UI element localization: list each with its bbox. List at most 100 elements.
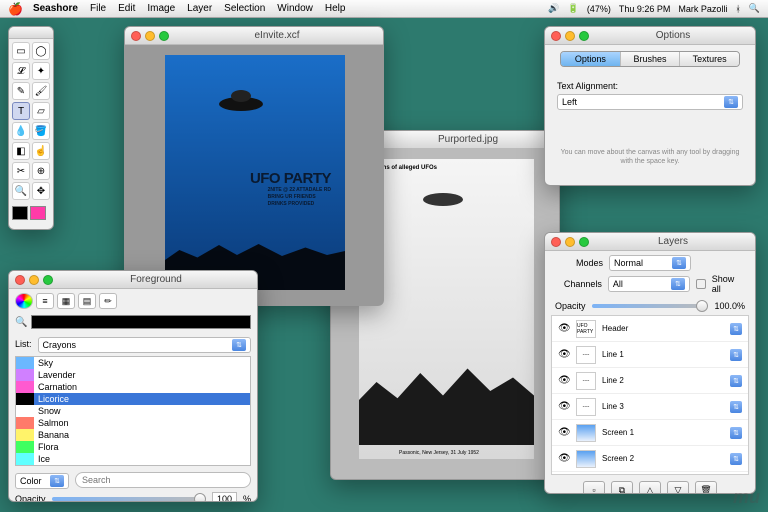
visibility-icon[interactable]: 👁 [558, 375, 570, 386]
tab-brushes[interactable]: Brushes [621, 52, 681, 66]
zoom-icon[interactable] [579, 31, 589, 41]
layers-titlebar[interactable]: Layers [545, 233, 755, 251]
color-search-input[interactable] [75, 472, 251, 488]
chevron-updown-icon[interactable]: ⇅ [730, 401, 742, 413]
menu-help[interactable]: Help [325, 3, 346, 14]
opacity-slider[interactable] [592, 304, 709, 308]
crayon-item[interactable]: Carnation [16, 381, 250, 393]
close-icon[interactable] [551, 237, 561, 247]
layer-item[interactable]: 👁----Line 3⇅ [552, 394, 748, 420]
color-wheel-tab[interactable] [15, 293, 33, 309]
zoom-icon[interactable] [579, 237, 589, 247]
tab-options[interactable]: Options [561, 52, 621, 66]
crayons-tab[interactable]: ✏ [99, 293, 117, 309]
clock[interactable]: Thu 9:26 PM [619, 4, 671, 14]
rect-select-tool[interactable]: ▭ [12, 42, 30, 60]
crayon-item[interactable]: Banana [16, 429, 250, 441]
chevron-updown-icon[interactable]: ⇅ [730, 453, 742, 465]
crayon-item[interactable]: Licorice [16, 393, 250, 405]
showall-checkbox[interactable] [696, 279, 706, 289]
lasso-tool[interactable]: 𝓛 [12, 62, 30, 80]
menu-edit[interactable]: Edit [118, 3, 135, 14]
layer-down-button[interactable]: ▽ [667, 481, 689, 494]
close-icon[interactable] [131, 31, 141, 41]
layer-item[interactable]: 👁Screen 2⇅ [552, 446, 748, 472]
options-titlebar[interactable]: Options [545, 27, 755, 45]
menu-file[interactable]: File [90, 3, 106, 14]
clone-tool[interactable]: ⊕ [32, 162, 50, 180]
user-menu[interactable]: Mark Pazolli [678, 4, 727, 14]
color-mode-select[interactable]: Color⇅ [15, 473, 69, 489]
crayon-item[interactable]: Sky [16, 357, 250, 369]
bucket-tool[interactable]: 🪣 [32, 122, 50, 140]
battery-icon[interactable]: 🔋 [568, 3, 579, 14]
text-alignment-select[interactable]: Left⇅ [557, 94, 743, 110]
color-sliders-tab[interactable]: ≡ [36, 293, 54, 309]
eraser-tool[interactable]: ▱ [32, 102, 50, 120]
doc2-canvas[interactable]: phs of alleged UFOs Passonic, New Jersey… [359, 159, 534, 459]
color-palettes-tab[interactable]: ▦ [57, 293, 75, 309]
wand-tool[interactable]: ✦ [32, 62, 50, 80]
crayon-list-select[interactable]: Crayons⇅ [38, 337, 251, 353]
pencil-tool[interactable]: ✎ [12, 82, 30, 100]
chevron-updown-icon[interactable]: ⇅ [730, 375, 742, 387]
menu-layer[interactable]: Layer [187, 3, 212, 14]
crayon-item[interactable]: Snow [16, 405, 250, 417]
menu-selection[interactable]: Selection [224, 3, 265, 14]
smudge-tool[interactable]: ☝ [32, 142, 50, 160]
doc1-canvas[interactable]: UFO PARTY 2NITE @ 22 ATTADALE RDBRING UR… [165, 55, 345, 290]
color-spectrum-tab[interactable]: ▤ [78, 293, 96, 309]
minimize-icon[interactable] [29, 275, 39, 285]
menu-image[interactable]: Image [147, 3, 175, 14]
visibility-icon[interactable]: 👁 [558, 323, 570, 334]
visibility-icon[interactable]: 👁 [558, 453, 570, 464]
gradient-tool[interactable]: ◧ [12, 142, 30, 160]
bluetooth-icon[interactable]: ᚼ [735, 4, 740, 14]
fg-opacity-slider[interactable] [52, 497, 206, 501]
new-layer-button[interactable]: ▫ [583, 481, 605, 494]
volume-icon[interactable]: 🔊 [548, 3, 559, 14]
visibility-icon[interactable]: 👁 [558, 401, 570, 412]
app-menu[interactable]: Seashore [33, 3, 78, 14]
crayon-item[interactable]: Lavender [16, 369, 250, 381]
foreground-swatch[interactable] [12, 206, 28, 220]
tools-titlebar[interactable] [9, 27, 53, 39]
chevron-updown-icon[interactable]: ⇅ [730, 349, 742, 361]
move-tool[interactable]: ✥ [32, 182, 50, 200]
crayon-item[interactable]: Ice [16, 453, 250, 465]
zoom-icon[interactable] [159, 31, 169, 41]
layer-item[interactable]: 👁UFO PARTYHeader⇅ [552, 316, 748, 342]
fg-opacity-value[interactable]: 100 [212, 492, 237, 502]
chevron-updown-icon[interactable]: ⇅ [730, 427, 742, 439]
apple-menu-icon[interactable]: 🍎 [8, 2, 23, 16]
layer-up-button[interactable]: △ [639, 481, 661, 494]
channels-select[interactable]: All⇅ [608, 276, 690, 292]
duplicate-layer-button[interactable]: ⧉ [611, 481, 633, 494]
modes-select[interactable]: Normal⇅ [609, 255, 691, 271]
close-icon[interactable] [551, 31, 561, 41]
spotlight-icon[interactable]: 🔍 [749, 3, 760, 14]
doc1-titlebar[interactable]: eInvite.xcf [125, 27, 383, 45]
color-strip[interactable] [31, 315, 251, 329]
layer-item[interactable]: 👁----Line 1⇅ [552, 342, 748, 368]
background-swatch[interactable] [30, 206, 46, 220]
chevron-updown-icon[interactable]: ⇅ [730, 323, 742, 335]
delete-layer-button[interactable]: 🗑 [695, 481, 717, 494]
brush-tool[interactable]: 🖌 [32, 82, 50, 100]
close-icon[interactable] [15, 275, 25, 285]
visibility-icon[interactable]: 👁 [558, 349, 570, 360]
foreground-titlebar[interactable]: Foreground [9, 271, 257, 289]
ellipse-select-tool[interactable]: ◯ [32, 42, 50, 60]
minimize-icon[interactable] [565, 31, 575, 41]
zoom-tool[interactable]: 🔍 [12, 182, 30, 200]
eyedropper-tool[interactable]: 💧 [12, 122, 30, 140]
visibility-icon[interactable]: 👁 [558, 427, 570, 438]
minimize-icon[interactable] [565, 237, 575, 247]
layer-item[interactable]: 👁----Line 2⇅ [552, 368, 748, 394]
crop-tool[interactable]: ✂ [12, 162, 30, 180]
tab-textures[interactable]: Textures [680, 52, 739, 66]
minimize-icon[interactable] [145, 31, 155, 41]
crayon-item[interactable]: Salmon [16, 417, 250, 429]
menu-window[interactable]: Window [277, 3, 313, 14]
text-tool[interactable]: T [12, 102, 30, 120]
